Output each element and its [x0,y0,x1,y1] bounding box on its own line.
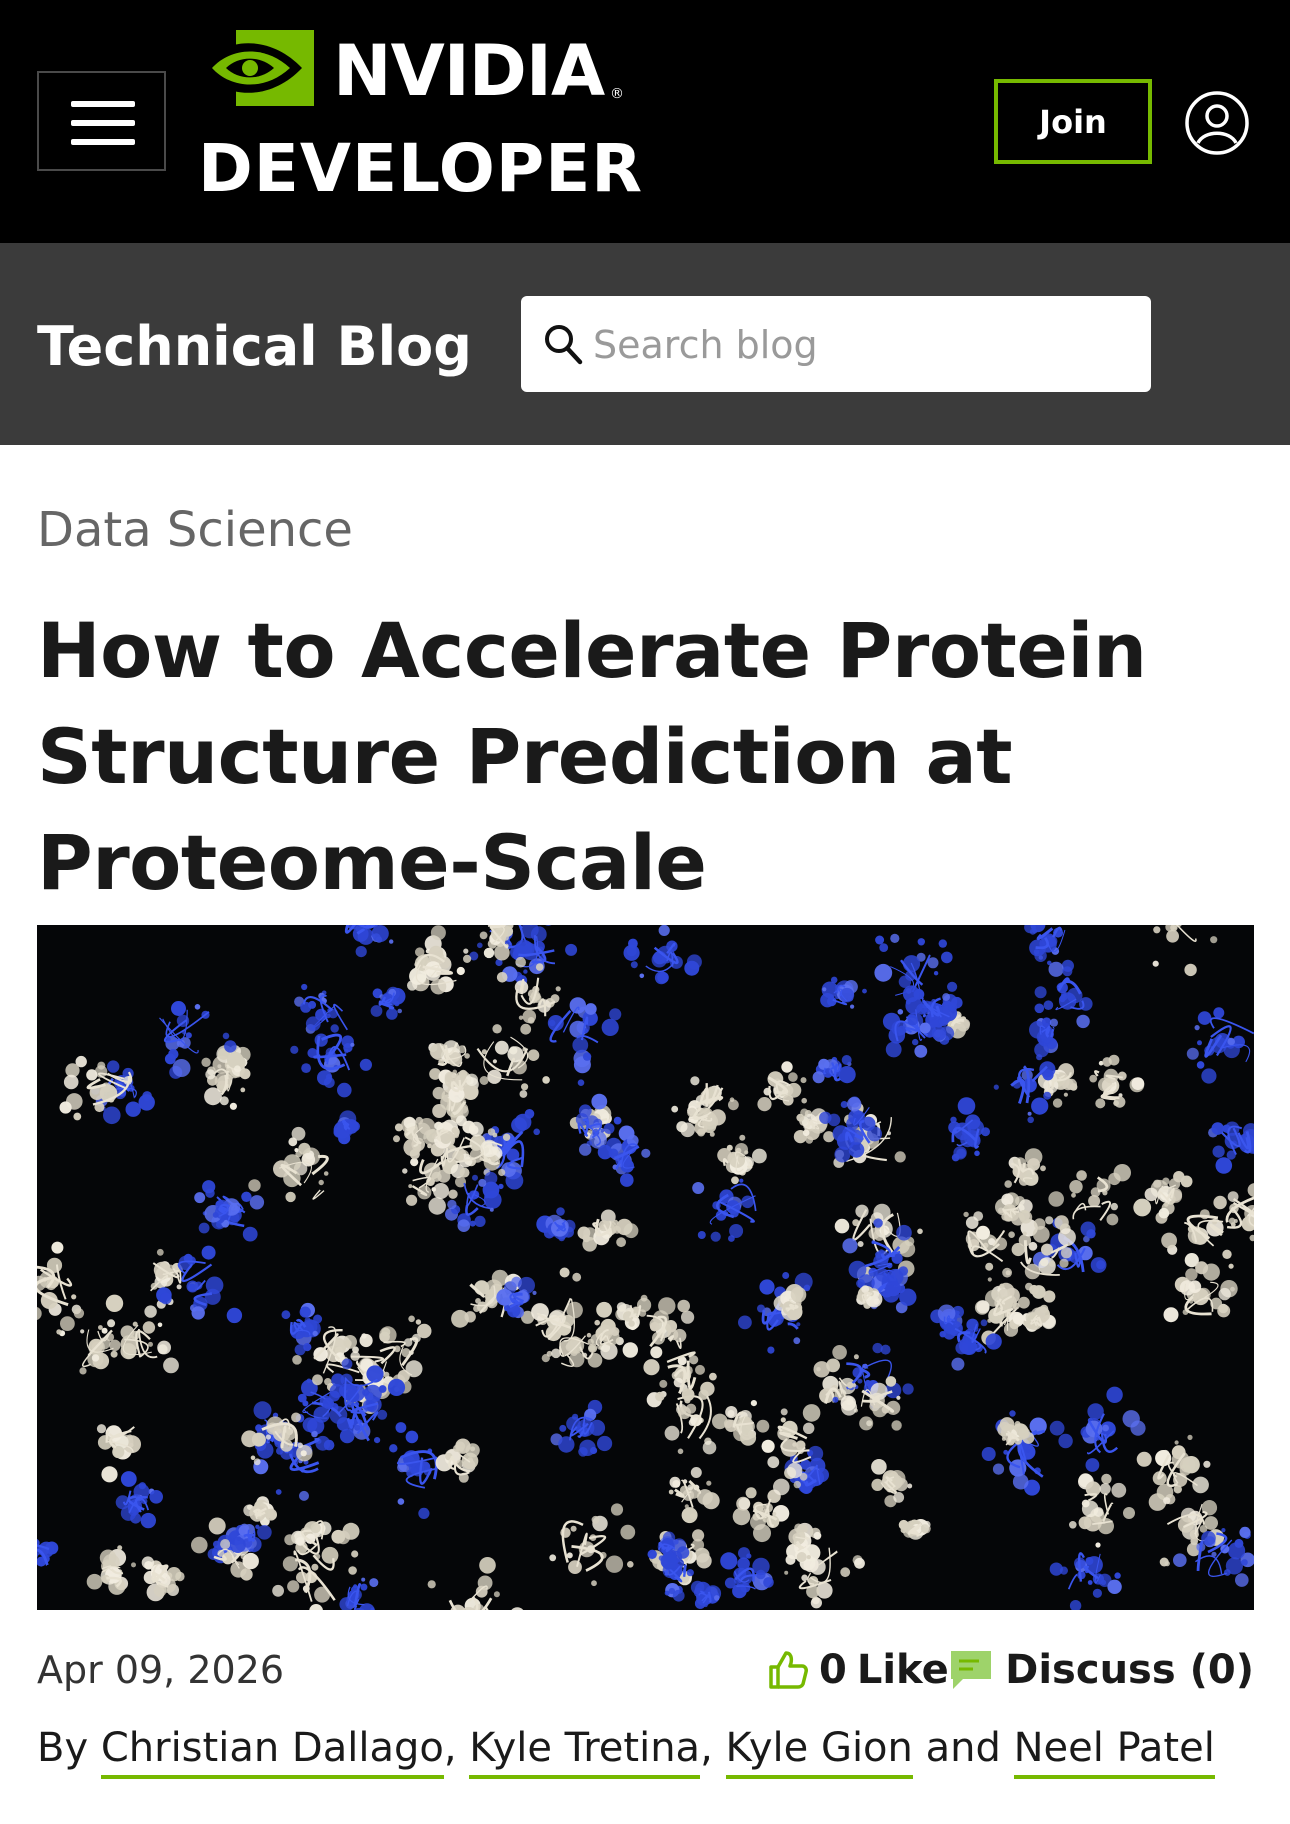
discuss-label: Discuss (0) [1005,1647,1254,1693]
like-count: 0 [819,1647,847,1693]
menu-button[interactable] [37,71,166,171]
like-button[interactable]: 0 Like [767,1640,949,1700]
site-header: NVIDIA ® DEVELOPER Join [0,0,1290,243]
publish-date: Apr 09, 2026 [37,1648,285,1692]
byline-separator: , [700,1725,713,1771]
author-link[interactable]: Kyle Tretina [469,1725,701,1779]
registered-mark: ® [610,86,624,102]
join-button[interactable]: Join [994,79,1152,164]
author-link[interactable]: Neel Patel [1013,1725,1215,1779]
discuss-button[interactable]: Discuss (0) [949,1640,1254,1700]
chat-bubble-icon [951,1651,992,1689]
search-icon [545,325,583,365]
article-byline: By Christian Dallago, Kyle Tretina, Kyle… [37,1725,1215,1779]
logo-subtitle: DEVELOPER [198,130,644,207]
byline-conjunction: and [925,1725,1001,1771]
author-link[interactable]: Christian Dallago [100,1725,444,1779]
author-link[interactable]: Kyle Gion [725,1725,913,1779]
thumbs-up-icon [769,1651,808,1689]
search-input[interactable] [591,316,1135,374]
article-hero-image [37,925,1254,1610]
byline-separator: , [443,1725,457,1771]
search-box[interactable] [521,296,1151,392]
article-meta: Apr 09, 2026 0 Like Discuss (0) [37,1640,1254,1700]
protein-structures-illustration [37,925,1254,1610]
nvidia-eye-icon [200,30,314,106]
blog-bar: Technical Blog [0,243,1290,445]
nvidia-developer-logo[interactable]: NVIDIA ® DEVELOPER [198,28,642,208]
byline-prefix: By [37,1725,89,1771]
logo-wordmark: NVIDIA [333,30,605,112]
article-category[interactable]: Data Science [37,502,353,558]
like-label: Like [856,1647,949,1693]
blog-title[interactable]: Technical Blog [37,315,472,378]
article-title: How to Accelerate Protein Structure Pred… [37,606,1147,907]
user-account-icon[interactable] [1184,90,1250,156]
